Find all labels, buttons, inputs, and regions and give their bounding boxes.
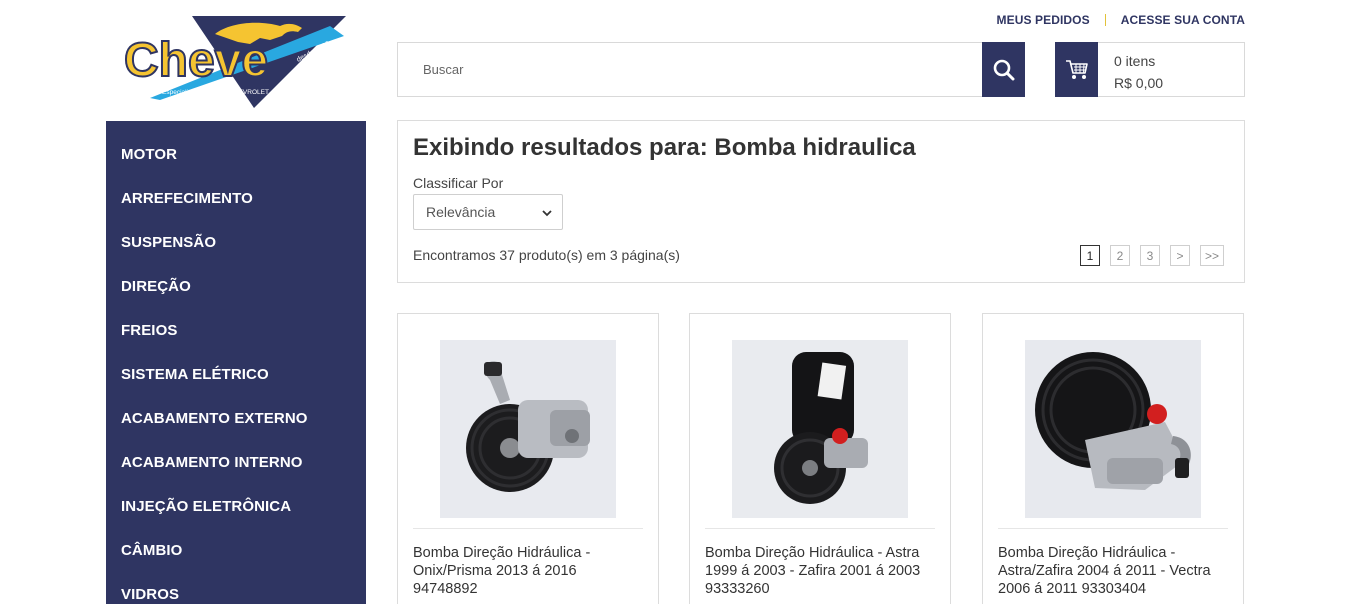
- cart-summary: 0 itens R$ 0,00: [1114, 50, 1163, 94]
- site-logo[interactable]: Cheve desde 1989 Especialista em Peças C…: [120, 14, 350, 110]
- page-title: Exibindo resultados para: Bomba hidrauli…: [413, 134, 916, 161]
- pagination: 1 2 3 > >>: [1079, 245, 1224, 266]
- page-3-button[interactable]: 3: [1139, 245, 1160, 266]
- my-orders-link[interactable]: MEUS PEDIDOS: [997, 13, 1090, 27]
- product-title[interactable]: Bomba Direção Hidráulica - Astra 1999 á …: [705, 544, 935, 598]
- svg-text:Especialista em Peças CHEVROLE: Especialista em Peças CHEVROLET: [162, 89, 269, 96]
- search-bar: [397, 42, 1025, 97]
- results-panel: Exibindo resultados para: Bomba hidrauli…: [397, 120, 1245, 283]
- chevron-down-icon: [542, 210, 552, 217]
- page-2-button[interactable]: 2: [1109, 245, 1130, 266]
- sidebar-item-injecao-eletronica[interactable]: INJEÇÃO ELETRÔNICA: [106, 485, 366, 529]
- cart-total: R$ 0,00: [1114, 75, 1164, 91]
- search-input[interactable]: [398, 43, 983, 96]
- sidebar-item-acabamento-externo[interactable]: ACABAMENTO EXTERNO: [106, 397, 366, 441]
- mini-cart[interactable]: 0 itens R$ 0,00: [1055, 42, 1245, 97]
- sidebar-item-sistema-eletrico[interactable]: SISTEMA ELÉTRICO: [106, 353, 366, 397]
- sidebar-item-motor[interactable]: MOTOR: [106, 133, 366, 177]
- search-icon: [993, 59, 1014, 80]
- cart-icon-box: [1055, 42, 1098, 97]
- top-links: MEUS PEDIDOS ACESSE SUA CONTA: [997, 13, 1246, 27]
- search-button[interactable]: [982, 42, 1025, 97]
- category-sidebar: MOTOR ARREFECIMENTO SUSPENSÃO DIREÇÃO FR…: [106, 121, 366, 604]
- cart-icon: [1065, 59, 1088, 79]
- product-image[interactable]: [440, 340, 616, 518]
- last-page-button[interactable]: >>: [1199, 245, 1224, 266]
- sidebar-item-freios[interactable]: FREIOS: [106, 309, 366, 353]
- product-card[interactable]: Bomba Direção Hidráulica - Astra/Zafira …: [982, 313, 1244, 604]
- svg-text:Cheve: Cheve: [124, 34, 268, 87]
- divider: [998, 528, 1228, 529]
- sort-selected-value: Relevância: [426, 204, 496, 220]
- sidebar-item-arrefecimento[interactable]: ARREFECIMENTO: [106, 177, 366, 221]
- product-title[interactable]: Bomba Direção Hidráulica - Astra/Zafira …: [998, 544, 1228, 598]
- product-card[interactable]: Bomba Direção Hidráulica - Astra 1999 á …: [689, 313, 951, 604]
- divider: [705, 528, 935, 529]
- sidebar-item-cambio[interactable]: CÂMBIO: [106, 529, 366, 573]
- page-1-button[interactable]: 1: [1079, 245, 1100, 266]
- results-count: Encontramos 37 produto(s) em 3 página(s): [413, 247, 680, 263]
- product-card[interactable]: Bomba Direção Hidráulica - Onix/Prisma 2…: [397, 313, 659, 604]
- product-image[interactable]: [732, 340, 908, 518]
- account-link[interactable]: ACESSE SUA CONTA: [1121, 13, 1245, 27]
- product-image[interactable]: [1025, 340, 1201, 518]
- sidebar-item-acabamento-interno[interactable]: ACABAMENTO INTERNO: [106, 441, 366, 485]
- sidebar-item-suspensao[interactable]: SUSPENSÃO: [106, 221, 366, 265]
- cart-item-count: 0 itens: [1114, 53, 1156, 69]
- sidebar-item-direcao[interactable]: DIREÇÃO: [106, 265, 366, 309]
- sidebar-item-vidros[interactable]: VIDROS: [106, 573, 366, 604]
- divider: [413, 528, 643, 529]
- product-title[interactable]: Bomba Direção Hidráulica - Onix/Prisma 2…: [413, 544, 643, 598]
- sort-select[interactable]: Relevância: [413, 194, 563, 230]
- divider: [1104, 14, 1106, 26]
- sort-label: Classificar Por: [413, 175, 504, 191]
- next-page-button[interactable]: >: [1169, 245, 1190, 266]
